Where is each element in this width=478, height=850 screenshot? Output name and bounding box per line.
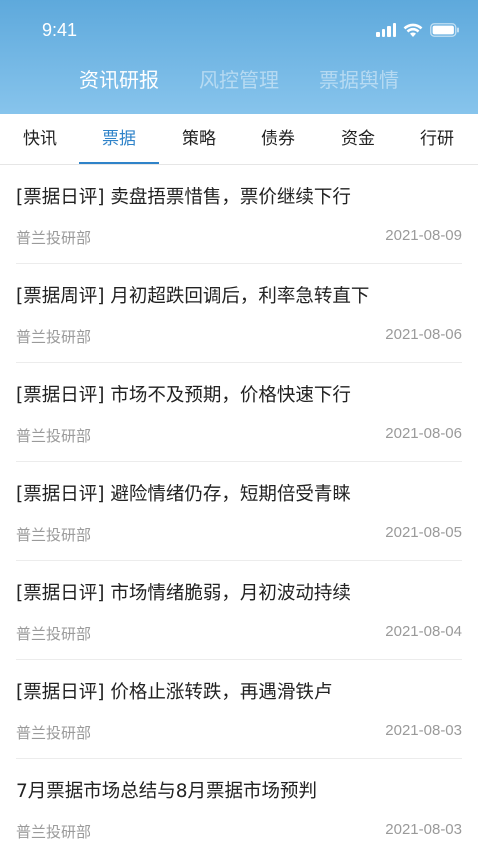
top-tab-risk-management[interactable]: 风控管理 <box>179 62 299 102</box>
list-item[interactable]: [票据周评] 月初超跌回调后，利率急转直下 普兰投研部 2021-08-06 <box>16 264 462 363</box>
list-item[interactable]: 7月票据市场总结与8月票据市场预判 普兰投研部 2021-08-03 <box>16 759 462 850</box>
article-title: [票据日评] 市场情绪脆弱，月初波动持续 <box>16 583 351 604</box>
article-source: 普兰投研部 <box>16 328 92 346</box>
sub-tab-bills[interactable]: 票据 <box>89 114 149 164</box>
status-icons <box>376 20 460 40</box>
article-title: 7月票据市场总结与8月票据市场预判 <box>16 781 318 802</box>
article-source: 普兰投研部 <box>16 229 92 247</box>
article-title: [票据日评] 避险情绪仍存，短期倍受青睐 <box>16 484 351 505</box>
article-date: 2021-08-03 <box>385 722 462 739</box>
article-date: 2021-08-04 <box>385 623 462 640</box>
sub-tab-flash-news[interactable]: 快讯 <box>10 114 70 164</box>
article-source: 普兰投研部 <box>16 625 92 643</box>
sub-tab-funds[interactable]: 资金 <box>328 114 388 164</box>
article-source: 普兰投研部 <box>16 526 92 544</box>
article-title: [票据日评] 价格止涨转跌，再遇滑铁卢 <box>16 682 333 703</box>
article-date: 2021-08-09 <box>385 227 462 244</box>
status-bar: 9:41 <box>0 0 478 62</box>
article-title: [票据日评] 卖盘捂票惜售，票价继续下行 <box>16 187 351 208</box>
list-item[interactable]: [票据日评] 市场不及预期，价格快速下行 普兰投研部 2021-08-06 <box>16 363 462 462</box>
sub-tab-industry-research[interactable]: 行研 <box>407 114 467 164</box>
list-item[interactable]: [票据日评] 卖盘捂票惜售，票价继续下行 普兰投研部 2021-08-09 <box>16 165 462 264</box>
sub-tab-bar: 快讯 票据 策略 债券 资金 行研 <box>0 114 478 165</box>
article-title: [票据周评] 月初超跌回调后，利率急转直下 <box>16 286 370 307</box>
list-item[interactable]: [票据日评] 市场情绪脆弱，月初波动持续 普兰投研部 2021-08-04 <box>16 561 462 660</box>
article-source: 普兰投研部 <box>16 427 92 445</box>
article-date: 2021-08-05 <box>385 524 462 541</box>
signal-icon <box>376 23 396 37</box>
battery-icon <box>430 23 460 37</box>
sub-tab-bonds[interactable]: 债券 <box>248 114 308 164</box>
app-header: 9:41 资讯研报 风控管理 票据舆情 <box>0 0 478 114</box>
list-item[interactable]: [票据日评] 价格止涨转跌，再遇滑铁卢 普兰投研部 2021-08-03 <box>16 660 462 759</box>
article-date: 2021-08-06 <box>385 425 462 442</box>
active-tab-indicator <box>79 162 159 164</box>
sub-tab-strategy[interactable]: 策略 <box>169 114 229 164</box>
article-date: 2021-08-06 <box>385 326 462 343</box>
top-tab-bar: 资讯研报 风控管理 票据舆情 <box>0 62 478 102</box>
article-title: [票据日评] 市场不及预期，价格快速下行 <box>16 385 351 406</box>
top-tab-bill-sentiment[interactable]: 票据舆情 <box>299 62 419 102</box>
article-source: 普兰投研部 <box>16 823 92 841</box>
wifi-icon <box>403 23 423 38</box>
news-list: [票据日评] 卖盘捂票惜售，票价继续下行 普兰投研部 2021-08-09 [票… <box>0 165 478 850</box>
article-date: 2021-08-03 <box>385 821 462 838</box>
top-tab-research[interactable]: 资讯研报 <box>59 62 179 102</box>
status-time: 9:41 <box>42 20 78 40</box>
article-source: 普兰投研部 <box>16 724 92 742</box>
list-item[interactable]: [票据日评] 避险情绪仍存，短期倍受青睐 普兰投研部 2021-08-05 <box>16 462 462 561</box>
